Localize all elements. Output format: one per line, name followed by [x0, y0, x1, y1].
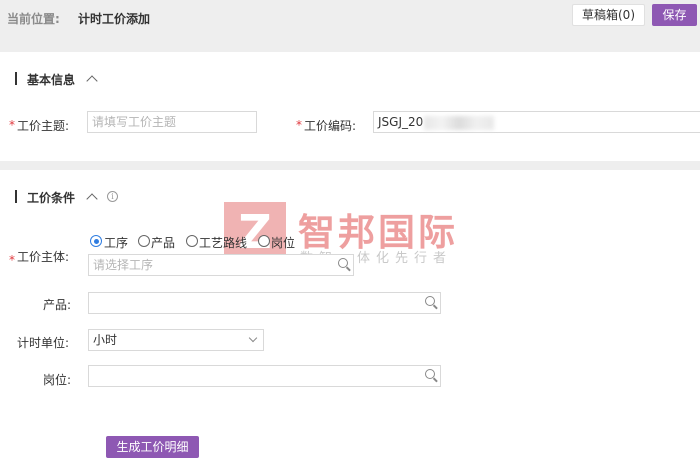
- info-icon[interactable]: i: [107, 191, 118, 202]
- breadcrumb-current: 计时工价添加: [78, 12, 151, 26]
- position-label: 岗位:: [43, 373, 72, 387]
- top-bar: 当前位置: 计时工价添加 草稿箱(0) 保存: [0, 0, 700, 52]
- basic-info-title: 基本信息: [27, 73, 76, 87]
- search-icon[interactable]: [338, 258, 348, 268]
- conditions-title: 工价条件: [27, 191, 76, 205]
- process-select-input[interactable]: 请选择工序: [88, 254, 354, 276]
- product-label: 产品:: [43, 298, 72, 312]
- draft-box-button[interactable]: 草稿箱(0): [572, 4, 645, 26]
- product-input[interactable]: [88, 292, 441, 314]
- code-input[interactable]: JSGJ_20: [373, 111, 700, 133]
- generate-price-details-button[interactable]: 生成工价明细: [106, 436, 199, 458]
- code-value: JSGJ_20: [378, 115, 424, 129]
- radio-position[interactable]: [258, 235, 270, 247]
- radio-route[interactable]: [186, 235, 198, 247]
- save-button[interactable]: 保存: [652, 4, 697, 26]
- unit-label: 计时单位:: [17, 336, 70, 350]
- unit-select[interactable]: 小时: [88, 329, 264, 351]
- section-divider: [0, 161, 700, 170]
- required-mark: *: [296, 118, 302, 132]
- radio-product[interactable]: [138, 235, 150, 247]
- search-icon[interactable]: [425, 296, 435, 306]
- position-input[interactable]: [88, 365, 441, 387]
- radio-process-label[interactable]: 工序: [104, 234, 128, 251]
- search-icon[interactable]: [425, 369, 435, 379]
- subject-label: 工价主题:: [17, 119, 70, 133]
- entity-label: 工价主体:: [17, 250, 70, 264]
- section-marker: [15, 72, 17, 85]
- radio-process[interactable]: [90, 235, 102, 247]
- required-mark: *: [9, 118, 15, 132]
- breadcrumb-label: 当前位置:: [7, 12, 60, 26]
- process-placeholder: 请选择工序: [93, 258, 154, 272]
- chevron-up-icon[interactable]: [86, 193, 98, 205]
- radio-product-label[interactable]: 产品: [151, 234, 175, 251]
- chevron-up-icon[interactable]: [86, 75, 98, 87]
- required-mark: *: [9, 253, 15, 267]
- unit-value: 小时: [93, 333, 118, 347]
- section-marker: [15, 190, 17, 203]
- redacted-code: [424, 116, 494, 130]
- subject-input[interactable]: 请填写工价主题: [87, 111, 257, 133]
- code-label: 工价编码:: [304, 119, 357, 133]
- subject-placeholder: 请填写工价主题: [92, 115, 177, 129]
- radio-position-label[interactable]: 岗位: [271, 234, 295, 251]
- radio-route-label[interactable]: 工艺路线: [199, 234, 247, 251]
